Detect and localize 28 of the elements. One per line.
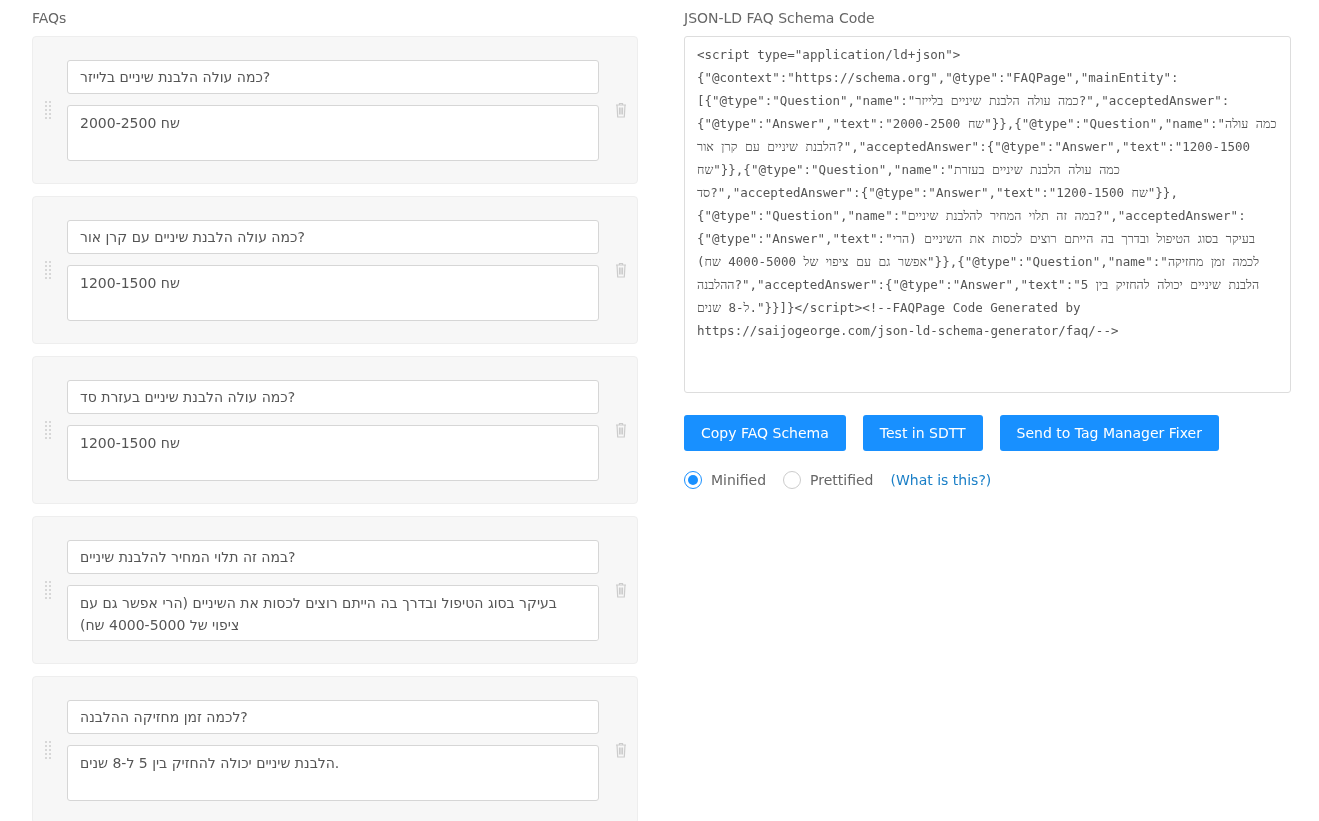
help-link[interactable]: (What is this?) [890,472,992,488]
drag-handle-icon[interactable] [45,100,51,120]
schema-heading: JSON-LD FAQ Schema Code [684,9,876,28]
answer-field[interactable]: בעיקר בסוג הטיפול ובדרך בה הייתם רוצים לכסות את השיניים (הרי אפשר גם עם ציפוי של 4000-5000 שח) [67,584,599,641]
drag-handle-icon[interactable] [45,740,51,760]
question-field[interactable]: לכמה זמן מחזיקה ההלבנה? [67,699,599,734]
answer-field[interactable]: 1200-1500 שח [67,424,599,481]
question-field[interactable]: כמה עולה הלבנת שיניים בלייזר? [67,59,599,94]
schema-code-box[interactable]: <script type="application/ld+json"> {"@context":"https://schema.org","@type":"FAQPage","mainEntity":[{"@type":"Question","name":"כמה עולה הלבנת שיניים בלייזר?","acceptedAnswer":{"@type":"Answer","text":"2000-2500 שח"}},{"@type":"Question","name":"כמה עולה הלבנת שיניים עם קרן אור?","acceptedAnswer":{"@type":"Answer","text":"1200-1500 שח"}},{"@type":"Question","name":"כמה עולה הלבנת שיניים בעזרת סד?","acceptedAnswer":{"@type":"Answer","text":"1200-1500 שח"}},{"@type":"Question","name":"במה זה תלוי המחיר להלבנת שיניים?","acceptedAnswer":{"@type":"Answer","text":"בעיקר בסוג הטיפול ובדרך בה הייתם רוצים לכסות את השיניים (הרי אפשר גם עם ציפוי של 4000-5000 שח)"}},{"@type":"Question","name":"לכמה זמן מחזיקה ההלבנה?","acceptedAnswer":{"@type":"Answer","text":"הלבנת שיניים יכולה להחזיק בין 5 ל-8 שנים."}}]}</script><!--FAQPage Code Generated by https://saijogeorge.com/json-ld-schema-generator/faq/--> [684,36,1291,393]
trash-icon[interactable] [615,582,627,598]
radio-label[interactable]: Prettified [810,472,874,488]
drag-handle-icon[interactable] [45,580,51,600]
trash-icon[interactable] [615,742,627,758]
drag-handle-icon[interactable] [45,260,51,280]
drag-handle-icon[interactable] [45,420,51,440]
question-field[interactable]: כמה עולה הלבנת שיניים עם קרן אור? [67,219,599,254]
radio-button[interactable] [783,471,802,489]
trash-icon[interactable] [615,262,627,278]
trash-icon[interactable] [615,422,627,438]
answer-field[interactable]: 2000-2500 שח [67,104,599,161]
radio-label[interactable]: Minified [711,472,767,488]
question-field[interactable]: כמה עולה הלבנת שיניים בעזרת סד? [67,379,599,414]
trash-icon[interactable] [615,102,627,118]
answer-field[interactable]: 1200-1500 שח [67,264,599,321]
question-field[interactable]: במה זה תלוי המחיר להלבנת שיניים? [67,539,599,574]
radio-button[interactable] [684,471,702,489]
faqs-heading: FAQs [32,9,68,28]
answer-field[interactable]: הלבנת שיניים יכולה להחזיק בין 5 ל-8 שנים. [67,744,599,801]
